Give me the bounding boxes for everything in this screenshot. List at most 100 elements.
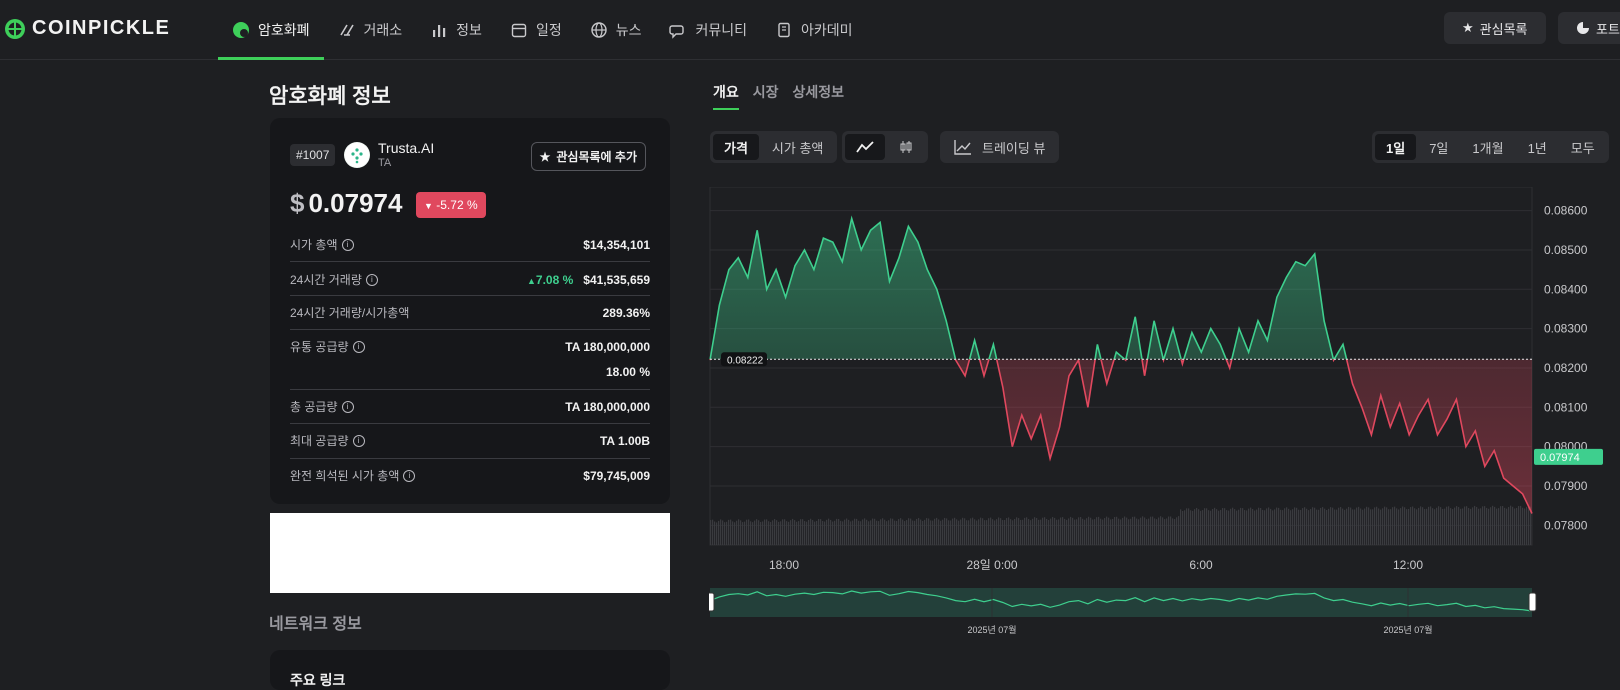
info-icon[interactable]: i [341, 238, 354, 251]
volume-bar [1502, 505, 1504, 545]
volume-bar [990, 517, 992, 545]
volume-bar [924, 519, 926, 545]
volume-bar [850, 521, 852, 545]
volume-bar [1050, 518, 1052, 545]
chart-mode-toggle: 가격 시가 총액 [710, 131, 838, 163]
volume-bar [1422, 507, 1424, 545]
volume-bar [1476, 506, 1478, 545]
volume-bar [1058, 519, 1060, 545]
volume-bar [1208, 510, 1210, 545]
volume-bar [720, 519, 722, 545]
volume-bar [712, 519, 714, 545]
volume-bar [1064, 518, 1066, 545]
volume-bar [1112, 518, 1114, 545]
volume-bar [942, 519, 944, 545]
volume-bar [1320, 507, 1322, 545]
volume-bar [1190, 510, 1192, 545]
range-1d-button[interactable]: 1일 [1375, 134, 1417, 160]
volume-bar [772, 520, 774, 545]
tab-market[interactable]: 시장 [753, 82, 779, 110]
range-7d-button[interactable]: 7일 [1418, 134, 1459, 160]
nav-item-schedule[interactable]: 일정 [496, 0, 576, 60]
nav-item-exchange[interactable]: 거래소 [324, 0, 417, 60]
volume-bar [710, 520, 712, 545]
volume-bar [1126, 517, 1128, 545]
info-icon[interactable]: i [365, 273, 378, 286]
volume-bar [1440, 507, 1442, 545]
volume-bar [956, 519, 958, 545]
volume-bar [854, 518, 856, 545]
volume-bar [1506, 508, 1508, 545]
nav-item-community[interactable]: 커뮤니티 [655, 0, 761, 60]
nav-item-news[interactable]: 뉴스 [576, 0, 656, 60]
info-icon[interactable]: i [352, 434, 365, 447]
volume-bar [1232, 507, 1234, 545]
volume-bar [1528, 505, 1530, 545]
stat-max-supply: 최대 공급량 i TA 1.00B [290, 432, 650, 449]
watchlist-button[interactable]: ★ 관심목록 [1444, 12, 1546, 44]
range-1y-button[interactable]: 1년 [1517, 134, 1558, 160]
tab-details[interactable]: 상세정보 [793, 82, 845, 110]
nav-item-label: 암호화폐 [258, 22, 310, 38]
volume-bar [1082, 518, 1084, 545]
volume-bar [1380, 509, 1382, 545]
range-1m-button[interactable]: 1개월 [1461, 134, 1514, 160]
nav-item-info[interactable]: 정보 [416, 0, 496, 60]
volume-bar [998, 517, 1000, 545]
portfolio-button[interactable]: 포트 [1558, 12, 1620, 44]
mode-market-cap-button[interactable]: 시가 총액 [761, 134, 834, 160]
volume-bar [826, 519, 828, 545]
mode-price-button[interactable]: 가격 [713, 134, 759, 160]
volume-bar [872, 518, 874, 545]
nav-item-crypto[interactable]: 암호화폐 [218, 0, 324, 60]
range-all-button[interactable]: 모두 [1560, 134, 1606, 160]
volume-bar [1028, 519, 1030, 545]
navigator-label: 2025년 07월 [967, 624, 1016, 635]
volume-bar [1360, 508, 1362, 545]
volume-bar [1036, 517, 1038, 545]
volume-bar [832, 521, 834, 545]
volume-bar [856, 518, 858, 545]
volume-bar [1468, 508, 1470, 545]
volume-bar [1318, 509, 1320, 545]
volume-bar [798, 521, 800, 545]
volume-bar [1406, 509, 1408, 545]
info-icon[interactable]: i [341, 400, 354, 413]
volume-bar [958, 520, 960, 545]
volume-bar [1090, 517, 1092, 545]
volume-bar [1256, 509, 1258, 545]
add-to-watchlist-button[interactable]: ★ 관심목록에 추가 [530, 142, 646, 171]
volume-bar [1044, 517, 1046, 545]
info-icon[interactable]: i [352, 340, 365, 353]
volume-bar [1368, 507, 1370, 545]
volume-bar [1404, 507, 1406, 545]
volume-bar [1106, 516, 1108, 545]
info-icon[interactable]: i [403, 469, 416, 482]
coinpickle-logo[interactable]: COINPICKLE [4, 17, 170, 40]
volume-bar [1414, 508, 1416, 545]
divider [290, 458, 650, 459]
coin-info-card: #1007 Trusta.AI TA ★ 관심목록에 추가 $0.07974 ▼… [270, 118, 670, 504]
volume-bar [1224, 508, 1226, 545]
price-chart[interactable]: 0.08600 0.08500 0.08400 0.08300 0.08200 0.081… [706, 186, 1620, 647]
trading-view-button[interactable]: 트레이딩 뷰 [940, 131, 1060, 163]
volume-bar [1006, 518, 1008, 545]
y-tick-label: 0.08200 [1544, 361, 1588, 375]
volume-bar [1202, 510, 1204, 545]
volume-bar [1132, 516, 1134, 545]
volume-bar [1262, 509, 1264, 545]
volume-bar [770, 521, 772, 545]
tab-overview[interactable]: 개요 [713, 82, 739, 110]
candlestick-chart-button[interactable] [887, 134, 925, 160]
price-chart-svg[interactable]: 0.08600 0.08500 0.08400 0.08300 0.08200 0.081… [706, 186, 1620, 647]
reference-label: 0.08222 [727, 355, 764, 366]
volume-bar [886, 521, 888, 545]
volume-bar [936, 517, 938, 545]
x-tick-label: 6:00 [1189, 558, 1213, 572]
nav-item-label: 거래소 [363, 22, 403, 38]
line-chart-button[interactable] [845, 134, 885, 160]
volume-bar [1504, 507, 1506, 545]
volume-bar [1096, 517, 1098, 545]
nav-item-academy[interactable]: 아카데미 [761, 0, 867, 60]
volume-bar [1188, 508, 1190, 545]
